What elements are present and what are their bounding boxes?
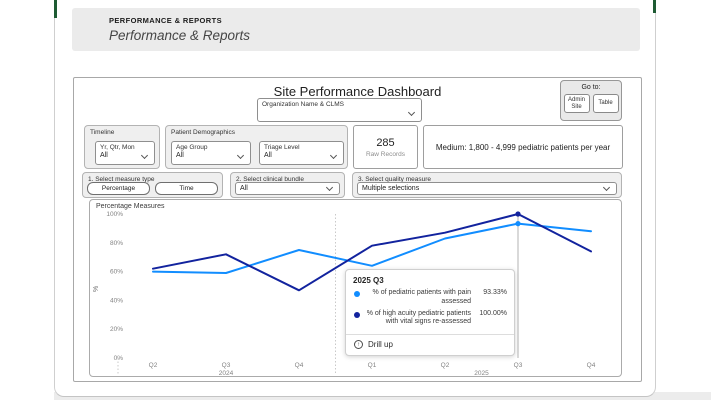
tooltip-row: % of high acuity pediatric patients with… <box>353 310 507 328</box>
tooltip-period: 2025 Q3 <box>353 276 507 285</box>
dashboard-card: Site Performance Dashboard Organization … <box>73 77 642 382</box>
raw-records-count: 285 <box>376 137 394 149</box>
svg-text:2025: 2025 <box>474 370 489 377</box>
series-dot-icon <box>354 291 360 297</box>
svg-text:Q3: Q3 <box>222 362 231 369</box>
svg-text:Q3: Q3 <box>514 362 523 369</box>
svg-text:2024: 2024 <box>219 370 234 377</box>
green-accent-right <box>653 0 656 13</box>
svg-text:%: % <box>93 286 100 292</box>
triage-level-label: Triage Level <box>260 142 343 151</box>
dashboard-title: Site Performance Dashboard <box>74 84 641 99</box>
screen: PERFORMANCE & REPORTS Performance & Repo… <box>0 0 711 400</box>
svg-text:Q4: Q4 <box>587 362 596 369</box>
clinical-bundle-dropdown[interactable]: All <box>235 182 340 195</box>
percentage-button[interactable]: Percentage <box>87 182 150 195</box>
tooltip-series-value: 93.33% <box>475 289 507 296</box>
tooltip-series-label: % of high acuity pediatric patients with… <box>364 310 471 328</box>
percentage-measures-chart[interactable]: Percentage Measures 100%80%60%40%20%0%%Q… <box>89 199 622 377</box>
quality-measure-dropdown[interactable]: Multiple selections <box>357 182 617 195</box>
svg-text:40%: 40% <box>110 297 123 304</box>
organization-dropdown-value <box>258 108 421 109</box>
clinical-bundle-group: 2. Select clinical bundle All <box>230 172 345 198</box>
raw-records-label: Raw Records <box>366 151 405 158</box>
chart-tooltip: 2025 Q3 % of pediatric patients with pai… <box>345 269 515 356</box>
svg-text:Q2: Q2 <box>441 362 450 369</box>
volume-band-card: Medium: 1,800 - 4,999 pediatric patients… <box>423 125 623 169</box>
patient-demographics-group: Patient Demographics Age Group All Triag… <box>165 125 348 169</box>
organization-dropdown-label: Organization Name & CLMS <box>258 99 421 108</box>
organization-dropdown[interactable]: Organization Name & CLMS <box>257 98 422 122</box>
tooltip-series-label: % of pediatric patients with pain assess… <box>364 289 471 307</box>
admin-site-button[interactable]: Admin Site <box>564 94 590 113</box>
triage-level-dropdown[interactable]: Triage Level All <box>259 141 344 165</box>
drill-up-icon: ↑ <box>354 340 363 349</box>
quality-measure-value: Multiple selections <box>358 183 616 192</box>
page-title: Performance & Reports <box>109 28 640 43</box>
age-group-label: Age Group <box>172 142 250 151</box>
svg-text:100%: 100% <box>106 211 123 218</box>
tooltip-series-value: 100.00% <box>475 310 507 317</box>
goto-label: Go to: <box>561 84 621 91</box>
green-accent-left <box>54 0 57 18</box>
timeline-dropdown-label: Yr, Qtr, Mon <box>96 142 154 151</box>
timeline-group-label: Timeline <box>85 126 159 136</box>
breadcrumb: PERFORMANCE & REPORTS <box>109 16 640 25</box>
app-surface: PERFORMANCE & REPORTS Performance & Repo… <box>54 0 656 397</box>
svg-text:Q2: Q2 <box>149 362 158 369</box>
svg-text:80%: 80% <box>110 240 123 247</box>
svg-text:20%: 20% <box>110 326 123 333</box>
drill-up-action[interactable]: ↑ Drill up <box>346 334 514 355</box>
goto-panel: Go to: Admin Site Table <box>560 80 622 121</box>
timeline-filter-group: Timeline Yr, Qtr, Mon All <box>84 125 160 169</box>
patient-demographics-label: Patient Demographics <box>166 126 347 136</box>
time-button[interactable]: Time <box>155 182 218 195</box>
series-dot-icon <box>354 312 360 318</box>
table-button[interactable]: Table <box>593 94 619 113</box>
age-group-dropdown[interactable]: Age Group All <box>171 141 251 165</box>
timeline-dropdown[interactable]: Yr, Qtr, Mon All <box>95 141 155 165</box>
svg-text:60%: 60% <box>110 269 123 276</box>
svg-text:Q1: Q1 <box>368 362 377 369</box>
volume-band-text: Medium: 1,800 - 4,999 pediatric patients… <box>428 143 618 152</box>
drill-up-label: Drill up <box>368 340 393 349</box>
tooltip-row: % of pediatric patients with pain assess… <box>353 289 507 307</box>
clinical-bundle-value: All <box>236 183 339 192</box>
raw-records-card: 285 Raw Records <box>353 125 418 169</box>
page-header: PERFORMANCE & REPORTS Performance & Repo… <box>72 8 640 51</box>
chevron-down-icon <box>408 109 415 116</box>
measure-type-group: 1. Select measure type Percentage Time <box>82 172 223 198</box>
quality-measure-group: 3. Select quality measure Multiple selec… <box>352 172 622 198</box>
svg-text:Q4: Q4 <box>295 362 304 369</box>
